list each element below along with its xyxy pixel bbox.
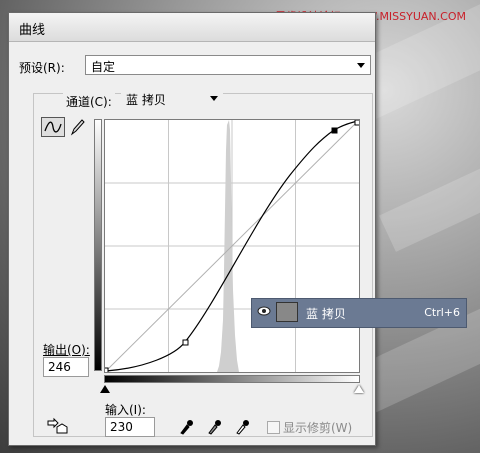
white-eyedropper-icon[interactable] (235, 417, 249, 435)
preset-select[interactable]: 自定 (85, 55, 371, 75)
output-label: 输出(O): (43, 343, 90, 357)
output-value: 246 (48, 360, 71, 374)
curves-dialog: 曲线 预设(R): 自定 通道(C): 蓝 拷贝 输出(O): 246 输入(I… (8, 12, 376, 446)
curve-graph[interactable] (104, 119, 360, 373)
curve-tool-button[interactable] (41, 117, 65, 137)
white-point-slider[interactable] (354, 385, 364, 393)
popup-shortcut: Ctrl+6 (424, 306, 460, 319)
channel-label: 通道(C): (63, 93, 115, 110)
chevron-down-icon (210, 96, 218, 101)
channel-value: 蓝 拷贝 (126, 93, 166, 107)
on-image-adjust-icon[interactable] (45, 415, 71, 437)
popup-layer-name: 蓝 拷贝 (306, 307, 346, 321)
channel-thumbnail (276, 302, 298, 322)
eye-icon (257, 306, 271, 316)
output-gradient-bar (94, 119, 102, 371)
curve-point (182, 339, 189, 346)
dialog-title: 曲线 (19, 23, 46, 38)
gray-eyedropper-icon[interactable] (207, 417, 221, 435)
curve-point (105, 367, 109, 372)
black-eyedropper-icon[interactable] (179, 417, 193, 435)
preset-value: 自定 (91, 60, 116, 74)
black-point-slider[interactable] (100, 385, 110, 393)
output-field[interactable]: 246 (43, 357, 89, 377)
channel-select[interactable]: 蓝 拷贝 (121, 89, 223, 109)
pencil-icon (70, 119, 85, 136)
channel-popup-item[interactable]: 蓝 拷贝 Ctrl+6 (251, 298, 467, 328)
show-clipping-label: 显示修剪(W) (283, 421, 353, 435)
input-field[interactable]: 230 (105, 417, 155, 437)
show-clipping-checkbox[interactable] (267, 421, 280, 434)
preset-label: 预设(R): (19, 61, 65, 75)
curve-point-selected (331, 127, 338, 134)
pencil-tool-button[interactable] (67, 117, 91, 137)
input-gradient-bar (104, 375, 360, 383)
curve-point (354, 120, 359, 126)
input-label: 输入(I): (105, 403, 146, 417)
curve-tool-icon (44, 121, 62, 133)
chevron-down-icon (357, 63, 365, 68)
input-value: 230 (110, 420, 133, 434)
title-bar[interactable]: 曲线 (9, 13, 375, 42)
